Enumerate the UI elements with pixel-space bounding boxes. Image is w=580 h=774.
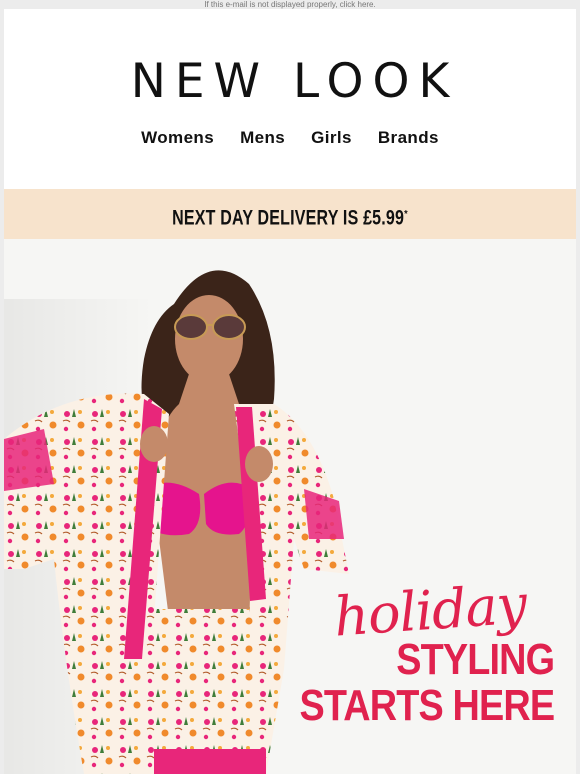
hero-headline: STYLING STARTS HERE [299,635,555,730]
nav-item-girls[interactable]: Girls [311,128,352,148]
brand-logo[interactable]: NEW LOOK [4,57,576,107]
nav-item-mens[interactable]: Mens [240,128,285,148]
hero-headline-line1: STYLING [396,635,555,684]
nav-item-brands[interactable]: Brands [378,128,439,148]
nav-item-womens[interactable]: Womens [141,128,214,148]
hero-banner[interactable]: holiday STYLING STARTS HERE [4,239,576,774]
main-nav: Womens Mens Girls Brands [4,128,576,148]
preheader[interactable]: If this e-mail is not displayed properly… [0,0,580,9]
hero-headline-line2: STARTS HERE [299,681,555,730]
delivery-banner[interactable]: NEXT DAY DELIVERY IS £5.99* [4,189,576,239]
preheader-link[interactable]: If this e-mail is not displayed properly… [204,0,375,9]
email-body: NEW LOOK Womens Mens Girls Brands NEXT D… [4,9,576,774]
